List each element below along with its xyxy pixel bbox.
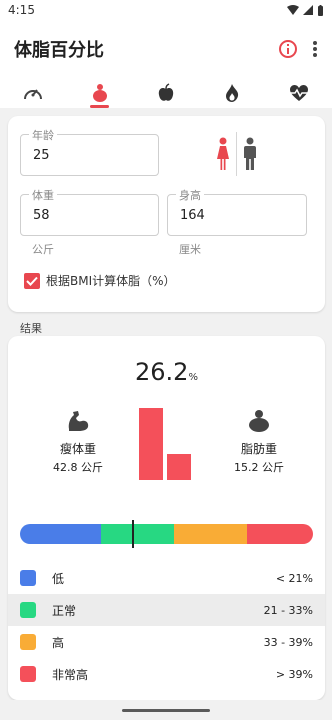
result-card: 26.2% 瘦体重 42.8 公斤 脂肪重 15.2 公斤 低 < 21% 正常 xyxy=(8,336,325,700)
height-label: 身高 xyxy=(176,187,204,203)
lean-mass-bar xyxy=(139,408,163,480)
tab-body-fat[interactable] xyxy=(66,78,132,108)
legend-swatch-very-high xyxy=(20,666,36,682)
gender-selector xyxy=(216,132,257,176)
legend-row-high: 高 33 - 39% xyxy=(8,626,325,658)
body-fat-result: 26.2% xyxy=(8,358,325,386)
home-handle[interactable] xyxy=(122,709,210,712)
heart-pulse-icon xyxy=(289,85,308,101)
tab-calories[interactable] xyxy=(199,78,265,108)
apple-icon xyxy=(158,83,174,101)
scale-segment-high xyxy=(174,524,247,544)
age-value: 25 xyxy=(33,148,50,163)
page-title: 体脂百分比 xyxy=(14,40,104,61)
muscle-arm-icon xyxy=(68,411,89,431)
status-bar: 4:15 xyxy=(0,0,332,20)
height-value: 164 xyxy=(180,208,205,223)
weight-label: 体重 xyxy=(29,187,57,203)
signal-icon xyxy=(303,5,313,15)
bmi-checkbox[interactable] xyxy=(24,272,40,289)
bmi-checkbox-label: 根据BMI计算体脂（%） xyxy=(46,274,176,288)
speedometer-icon xyxy=(24,89,43,100)
legend-range-high: 33 - 39% xyxy=(263,635,313,649)
body-fat-unit: % xyxy=(188,372,198,383)
legend-range-low: < 21% xyxy=(275,571,313,585)
flame-icon xyxy=(226,84,239,102)
height-unit: 厘米 xyxy=(179,243,201,256)
age-field[interactable]: 年龄 25 xyxy=(20,127,159,176)
gender-divider xyxy=(236,132,237,176)
tab-bar xyxy=(0,78,332,108)
body-fat-value: 26.2 xyxy=(135,358,189,386)
input-card: 年龄 25 体重 58 公斤 身高 164 厘米 根据BMI计算体脂（%） xyxy=(8,116,325,312)
body-fat-icon xyxy=(92,84,107,102)
weight-value: 58 xyxy=(33,208,50,223)
legend-swatch-normal xyxy=(20,602,36,618)
app-bar: 体脂百分比 xyxy=(0,20,332,78)
legend-label-low: 低 xyxy=(52,571,65,586)
fat-mass-label: 脂肪重 xyxy=(240,442,277,456)
tab-heart-rate[interactable] xyxy=(266,78,332,108)
scale-segment-normal xyxy=(101,524,174,544)
fat-mass-bar xyxy=(167,454,191,480)
scale-marker xyxy=(131,520,134,548)
legend-swatch-high xyxy=(20,634,36,650)
age-label: 年龄 xyxy=(29,127,57,143)
height-field[interactable]: 身高 164 xyxy=(167,187,307,236)
more-options-icon[interactable] xyxy=(312,40,318,58)
battery-icon xyxy=(318,4,323,16)
legend-swatch-low xyxy=(20,570,36,586)
lean-mass-label: 瘦体重 xyxy=(59,442,96,456)
results-section-label: 结果 xyxy=(20,322,42,335)
legend-label-very-high: 非常高 xyxy=(52,667,89,682)
legend-row-very-high: 非常高 > 39% xyxy=(8,658,325,690)
body-fat-person-icon xyxy=(249,410,269,432)
system-nav-bar xyxy=(0,700,332,720)
weight-unit: 公斤 xyxy=(32,243,54,256)
tab-nutrition[interactable] xyxy=(133,78,199,108)
scale-segment-low xyxy=(20,524,101,544)
body-fat-scale xyxy=(20,524,313,544)
status-time: 4:15 xyxy=(8,3,35,17)
wifi-icon xyxy=(287,5,299,15)
female-icon[interactable] xyxy=(216,137,230,171)
info-icon[interactable] xyxy=(278,39,298,59)
lean-mass-stat: 瘦体重 42.8 公斤 xyxy=(38,410,118,475)
legend-row-normal: 正常 21 - 33% xyxy=(8,594,325,626)
legend-label-normal: 正常 xyxy=(52,603,77,618)
legend-label-high: 高 xyxy=(52,635,65,650)
weight-field[interactable]: 体重 58 xyxy=(20,187,159,236)
bmi-checkbox-row[interactable]: 根据BMI计算体脂（%） xyxy=(24,272,176,289)
male-icon[interactable] xyxy=(243,137,257,171)
tab-speedometer[interactable] xyxy=(0,78,66,108)
checkmark-icon xyxy=(26,276,38,286)
legend-row-low: 低 < 21% xyxy=(8,562,325,594)
legend-range-normal: 21 - 33% xyxy=(263,603,313,617)
fat-mass-value: 15.2 公斤 xyxy=(234,461,284,474)
legend-range-very-high: > 39% xyxy=(275,667,313,681)
fat-mass-stat: 脂肪重 15.2 公斤 xyxy=(219,410,299,475)
lean-mass-value: 42.8 公斤 xyxy=(53,461,103,474)
system-icons xyxy=(287,4,324,16)
scale-segment-very-high xyxy=(247,524,313,544)
